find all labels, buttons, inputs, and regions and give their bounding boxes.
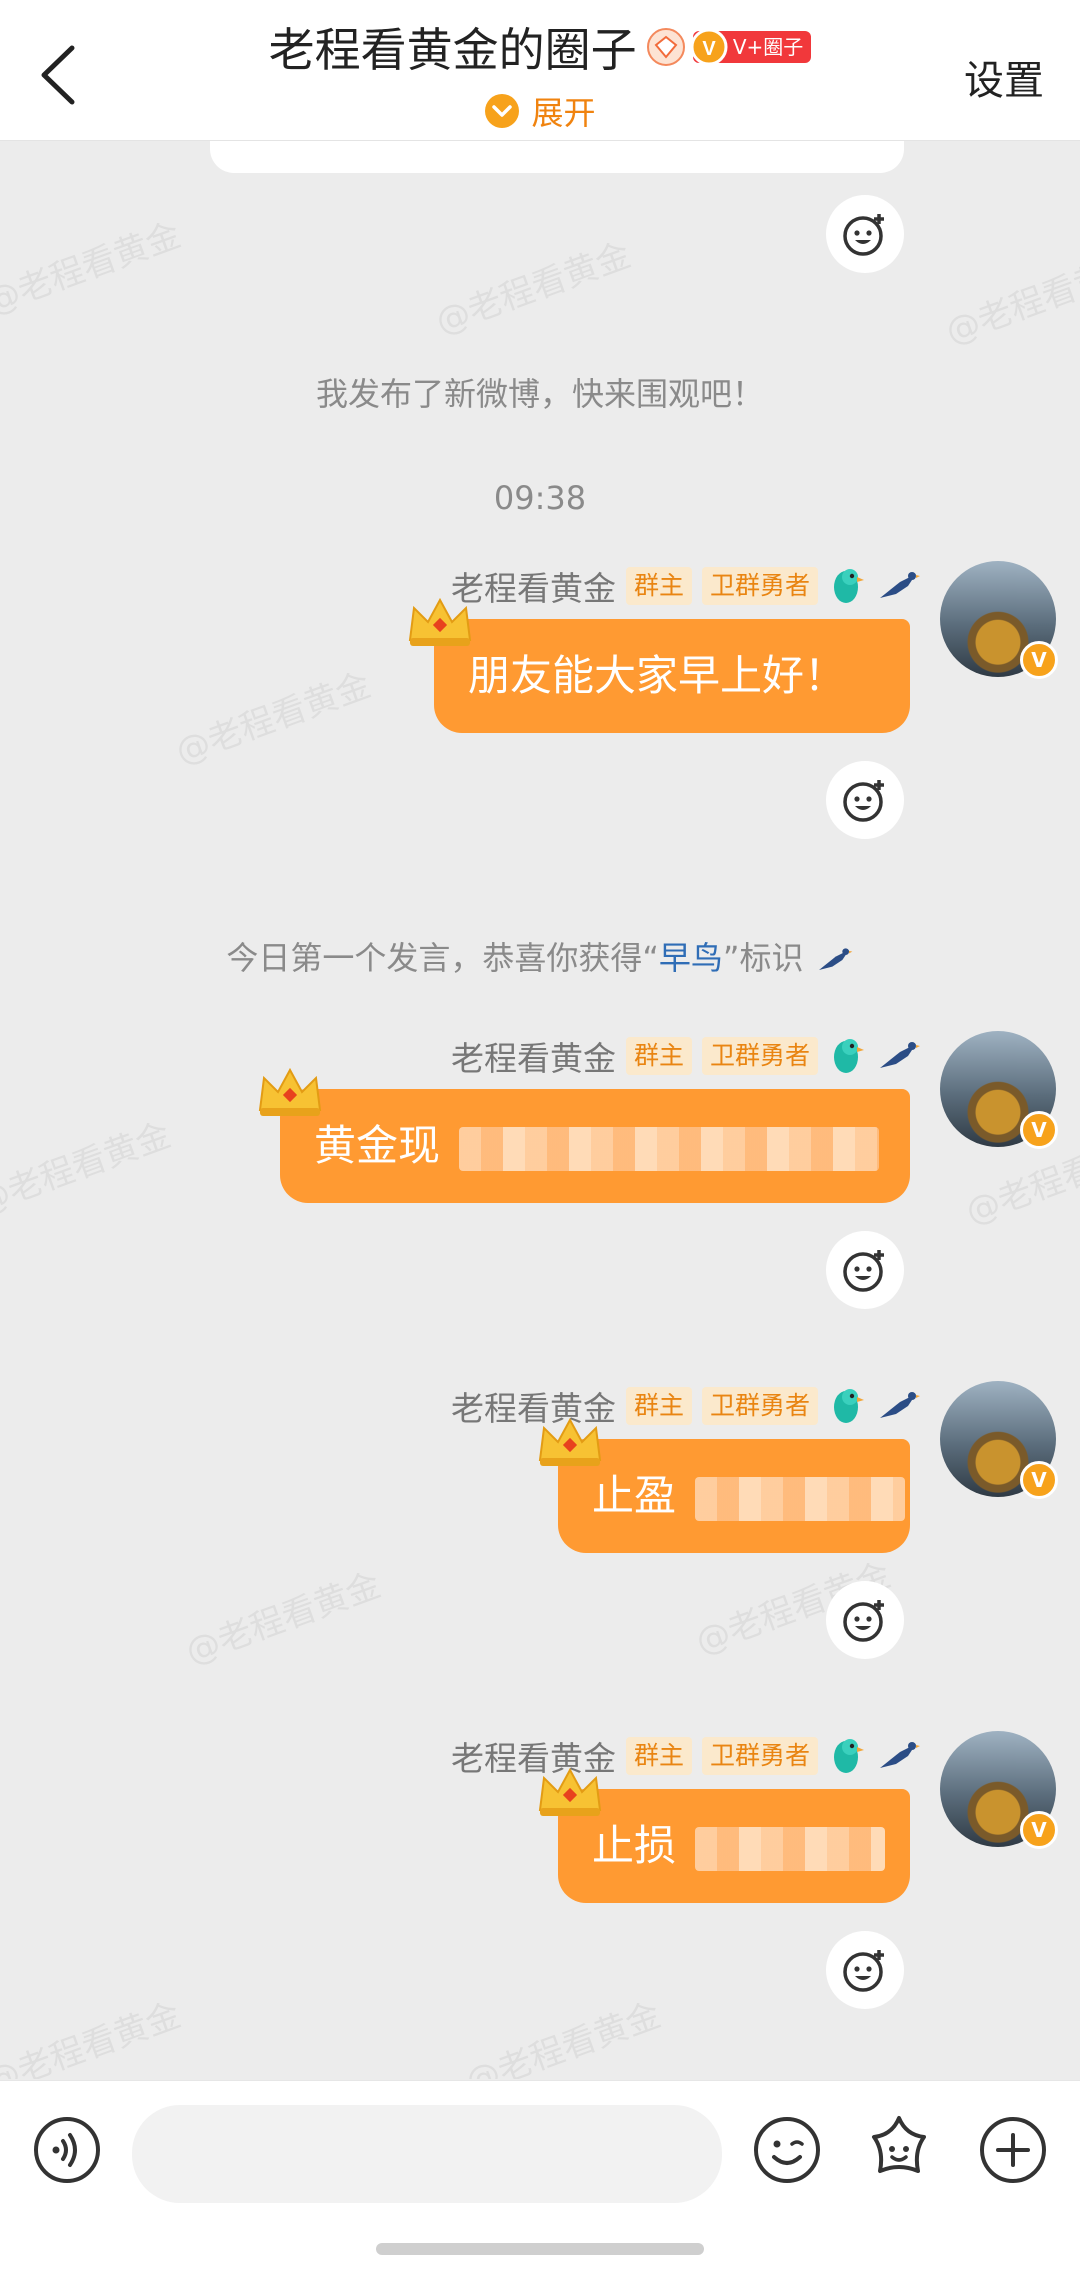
- watermark: @老程看黄金: [0, 1115, 176, 1223]
- title-row: 老程看黄金的圈子 V V+圈子: [0, 14, 1080, 80]
- parrot-badge-icon: [834, 1389, 864, 1423]
- message-bubble[interactable]: 止盈: [558, 1439, 910, 1553]
- add-reaction-button[interactable]: [826, 195, 904, 273]
- watermark: @老程看黄金: [460, 1995, 666, 2079]
- early-bird-icon: [818, 948, 853, 970]
- add-reaction-button[interactable]: [826, 1931, 904, 2009]
- verified-badge: V: [1020, 641, 1058, 679]
- sender-row: 老程看黄金 群主 卫群勇者: [450, 1035, 920, 1078]
- page-title: 老程看黄金的圈子: [268, 23, 637, 77]
- svg-text:V: V: [702, 38, 716, 60]
- verified-badge: V: [1020, 1111, 1058, 1149]
- watermark: @老程看黄金: [430, 235, 636, 343]
- early-bird-notice: 今日第一个发言，恭喜你获得“早鸟”标识: [0, 933, 1080, 979]
- message-text: 黄金现: [314, 1121, 441, 1170]
- early-bird-link[interactable]: 早鸟: [659, 939, 723, 977]
- input-bar: [0, 2080, 1080, 2273]
- sticker-icon[interactable]: [862, 2113, 936, 2187]
- owner-tag: 群主: [625, 1037, 692, 1075]
- vplus-circle-badge: V V+圈子: [690, 28, 812, 66]
- diamond-level-icon: [646, 28, 685, 66]
- sender-row: 老程看黄金 群主 卫群勇者: [451, 1385, 920, 1428]
- guard-tag: 卫群勇者: [701, 1737, 818, 1775]
- add-reaction-button[interactable]: [826, 761, 904, 839]
- chevron-down-icon: [485, 94, 520, 128]
- sender-row: 老程看黄金 群主 卫群勇者: [450, 565, 920, 608]
- home-indicator: [376, 2243, 704, 2255]
- crown-icon: [408, 597, 472, 646]
- settings-button[interactable]: 设置: [964, 48, 1044, 106]
- early-bird-icon: [880, 1042, 920, 1068]
- add-emoji-icon: [843, 214, 884, 256]
- plus-icon[interactable]: [978, 2115, 1048, 2185]
- message-bubble[interactable]: 朋友能大家早上好！: [434, 619, 910, 733]
- sender-name: 老程看黄金: [450, 1039, 616, 1078]
- redacted-text: [695, 1826, 886, 1871]
- watermark: @老程看黄金: [940, 245, 1080, 353]
- message-bubble[interactable]: 止损: [558, 1789, 910, 1903]
- add-reaction-button[interactable]: [826, 1231, 904, 1309]
- early-bird-icon: [880, 1392, 920, 1418]
- message-text: 止盈: [592, 1471, 677, 1520]
- previous-message-card[interactable]: [210, 141, 904, 173]
- parrot-badge-icon: [834, 1039, 864, 1073]
- verified-badge: V: [1020, 1811, 1058, 1849]
- expand-toggle[interactable]: 展开: [0, 88, 1080, 134]
- voice-input-icon[interactable]: [32, 2115, 102, 2185]
- crown-icon: [538, 1767, 602, 1816]
- vip-crown-icon: V: [690, 28, 728, 66]
- add-reaction-button[interactable]: [826, 1581, 904, 1659]
- redacted-text: [695, 1476, 906, 1521]
- expand-label: 展开: [531, 94, 596, 132]
- early-bird-icon: [880, 572, 920, 598]
- early-bird-prefix: 今日第一个发言，恭喜你获得“: [226, 939, 659, 977]
- add-emoji-icon: [843, 1600, 884, 1642]
- sender-name: 老程看黄金: [450, 569, 616, 608]
- watermark: @老程看黄金: [0, 215, 186, 323]
- chat-area[interactable]: @老程看黄金 @老程看黄金 @老程看黄金 @老程看黄金 @老程看黄金 @老程看黄…: [0, 141, 1080, 2079]
- add-emoji-icon: [843, 780, 884, 822]
- header: 老程看黄金的圈子 V V+圈子 展开 设置: [0, 0, 1080, 141]
- vplus-badge-label: V+圈子: [732, 35, 804, 59]
- message-bubble[interactable]: 黄金现: [280, 1089, 910, 1203]
- guard-tag: 卫群勇者: [701, 567, 818, 605]
- parrot-badge-icon: [834, 1739, 864, 1773]
- watermark: @老程看黄金: [0, 1995, 186, 2079]
- parrot-badge-icon: [834, 569, 864, 603]
- owner-tag: 群主: [625, 1737, 692, 1775]
- owner-tag: 群主: [625, 567, 692, 605]
- watermark: @老程看黄金: [180, 1565, 386, 1673]
- verified-badge: V: [1020, 1461, 1058, 1499]
- timestamp: 09:38: [493, 479, 587, 517]
- message-text: 止损: [592, 1821, 677, 1870]
- early-bird-suffix: ”标识: [722, 939, 804, 977]
- owner-tag: 群主: [625, 1387, 692, 1425]
- crown-icon: [538, 1417, 602, 1466]
- add-emoji-icon: [843, 1250, 884, 1292]
- message-input[interactable]: [132, 2105, 722, 2203]
- guard-tag: 卫群勇者: [701, 1387, 818, 1425]
- watermark: @老程看黄金: [170, 665, 376, 773]
- guard-tag: 卫群勇者: [701, 1037, 818, 1075]
- crown-icon: [258, 1067, 322, 1116]
- system-message-new-post: 我发布了新微博，快来围观吧！: [315, 375, 764, 413]
- message-text: 朋友能大家早上好！: [468, 651, 847, 700]
- add-emoji-icon: [843, 1950, 884, 1992]
- redacted-text: [459, 1126, 880, 1171]
- early-bird-icon: [880, 1742, 920, 1768]
- emoji-icon[interactable]: [752, 2115, 822, 2185]
- sender-row: 老程看黄金 群主 卫群勇者: [451, 1735, 920, 1778]
